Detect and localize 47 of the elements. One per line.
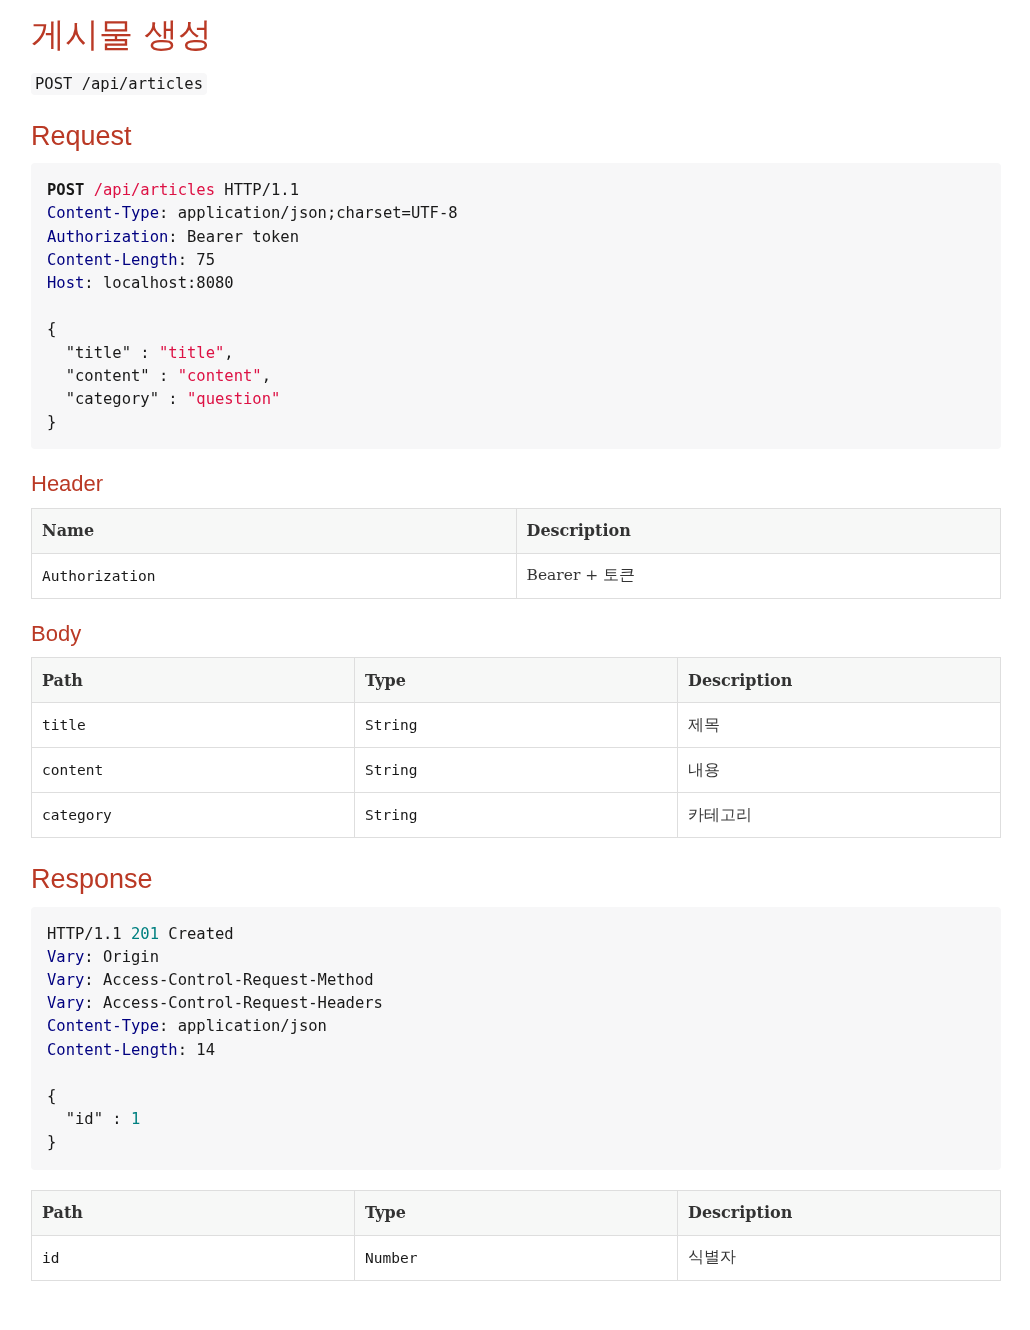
- table-cell: Number: [354, 1235, 678, 1281]
- section-heading: Request: [31, 119, 133, 153]
- table-cell: id: [31, 1235, 355, 1281]
- section-heading: Response: [31, 863, 154, 896]
- column-header: Description: [516, 508, 1001, 554]
- table-cell: Authorization: [31, 553, 516, 599]
- column-header: Description: [677, 1190, 1001, 1236]
- code-line: "category" : "question": [64, 389, 281, 410]
- endpoint-code: POST /api/articles: [31, 72, 207, 95]
- table-cell: String: [354, 702, 678, 748]
- code-line: "id" : 1: [64, 1109, 141, 1131]
- code-line: Authorization: Bearer token: [47, 226, 299, 248]
- code-line: }: [47, 1132, 57, 1154]
- code-line: {: [47, 319, 57, 341]
- table-cell: Bearer + 토큰: [516, 553, 1001, 599]
- code-line: Vary: Access-Control-Request-Method: [47, 970, 374, 991]
- code-line: POST /api/articles HTTP/1.1: [47, 180, 299, 202]
- code-line: Content-Type: application/json;charset=UTF-8: [47, 203, 458, 225]
- table-cell: 제목: [677, 702, 1001, 748]
- table-cell: String: [354, 747, 678, 793]
- table-cell: 내용: [677, 747, 1001, 793]
- page-title: 게시물 생성: [31, 13, 213, 55]
- code-line: HTTP/1.1 201 Created: [47, 923, 234, 945]
- table-cell: title: [31, 702, 355, 748]
- column-header: Path: [31, 657, 355, 703]
- table-cell: String: [354, 792, 678, 838]
- table-cell: category: [31, 792, 355, 838]
- code-line: "title" : "title",: [64, 342, 234, 364]
- code-line: Content-Length: 14: [47, 1039, 215, 1061]
- code-line: Content-Type: application/json: [47, 1016, 327, 1038]
- code-line: "content" : "content",: [64, 365, 271, 387]
- column-header: Type: [354, 657, 678, 703]
- code-line: Content-Length: 75: [47, 249, 215, 271]
- table-cell: 식별자: [677, 1235, 1001, 1281]
- column-header: Path: [31, 1190, 355, 1236]
- table-cell: content: [31, 747, 355, 793]
- code-line: Host: localhost:8080: [47, 273, 234, 294]
- column-header: Name: [31, 508, 516, 554]
- column-header: Description: [677, 657, 1001, 703]
- subsection-heading: Header: [31, 471, 105, 498]
- code-line: {: [47, 1086, 57, 1107]
- column-header: Type: [354, 1190, 678, 1236]
- code-line: }: [47, 412, 57, 434]
- table-cell: 카테고리: [677, 792, 1001, 838]
- code-line: Vary: Origin: [47, 946, 159, 968]
- code-line: Vary: Access-Control-Request-Headers: [47, 993, 383, 1015]
- subsection-heading: Body: [31, 620, 83, 648]
